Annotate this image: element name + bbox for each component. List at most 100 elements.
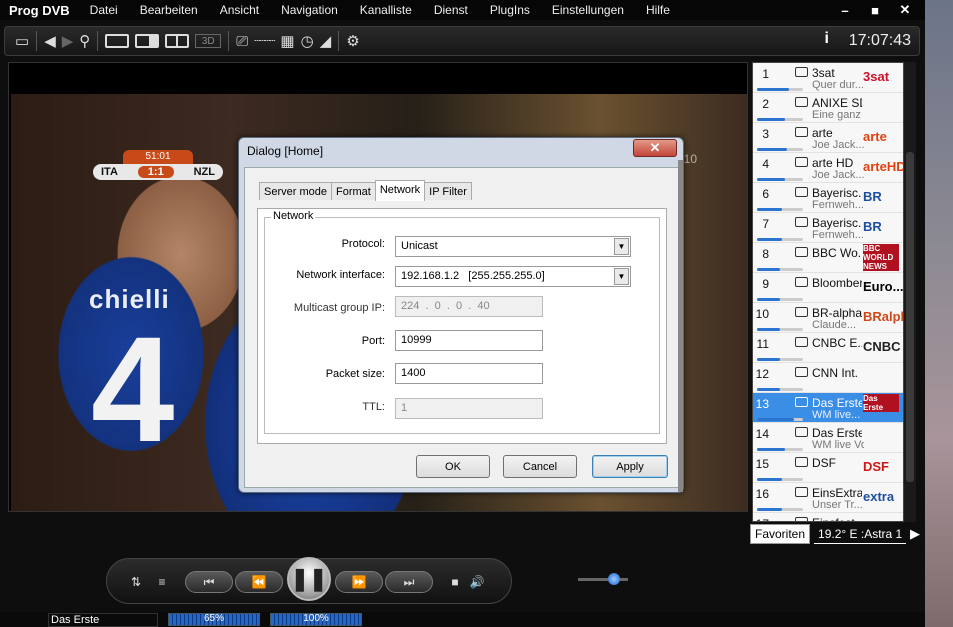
chevron-down-icon[interactable]: ▼: [614, 268, 629, 285]
view-3d-icon[interactable]: 3D: [195, 34, 222, 48]
port-input[interactable]: 10999: [395, 330, 543, 351]
minimize-button[interactable]: –: [833, 3, 857, 18]
stop-icon[interactable]: ■: [445, 571, 465, 593]
ok-button[interactable]: OK: [416, 455, 490, 478]
channel-row[interactable]: 8 BBC Wo...BBC WORLD NEWS: [753, 243, 903, 273]
channel-number: 3: [762, 127, 769, 141]
channel-logo: BRalpha: [863, 309, 903, 324]
view-pip-icon[interactable]: [135, 30, 160, 52]
tab-next-icon[interactable]: ▶: [910, 526, 920, 542]
info-icon[interactable]: i: [825, 30, 829, 48]
search-icon[interactable]: ⚲: [79, 30, 90, 52]
signal-bar: [757, 418, 803, 421]
next-icon[interactable]: ⏭: [385, 571, 433, 593]
channel-name: CNBC E...: [812, 336, 862, 350]
view-grid-icon[interactable]: [165, 30, 190, 52]
menu-dienst[interactable]: Dienst: [422, 3, 478, 17]
menu-icon[interactable]: ≡: [151, 571, 173, 593]
tv-icon: [795, 337, 808, 347]
score-result: 1:1: [137, 166, 174, 178]
settings-icon[interactable]: ⚙: [346, 30, 359, 52]
cancel-button[interactable]: Cancel: [503, 455, 577, 478]
view-pip-shape: [135, 34, 160, 48]
menu-ansicht[interactable]: Ansicht: [208, 3, 269, 17]
network-group: Network Protocol: Unicast ▼ Network inter…: [264, 210, 660, 434]
channel-row[interactable]: 4 arte HD Joe Jack... arteHD: [753, 153, 903, 183]
channel-row[interactable]: 3 arte Joe Jack... arte: [753, 123, 903, 153]
menu-hilfe[interactable]: Hilfe: [634, 3, 680, 17]
close-button[interactable]: ✕: [893, 2, 917, 18]
timer-icon[interactable]: ◷: [301, 30, 314, 52]
menu-navigation[interactable]: Navigation: [269, 3, 348, 17]
channel-program: Unser Tr...: [812, 499, 863, 511]
channel-number: 8: [762, 247, 769, 261]
record-icon[interactable]: ⎚: [236, 30, 248, 52]
channel-row[interactable]: 9 BloombergEuro...: [753, 273, 903, 303]
protocol-select[interactable]: Unicast ▼: [395, 236, 631, 257]
back-icon[interactable]: ◀: [44, 30, 56, 52]
network-dialog: Dialog [Home] ✕ Server mode Format Netwo…: [238, 137, 684, 493]
menu-bearbeiten[interactable]: Bearbeiten: [128, 3, 208, 17]
signal-bar: [757, 148, 803, 151]
volume-icon[interactable]: 🔊: [465, 571, 489, 593]
channel-name: EinsExtra: [812, 486, 862, 500]
channel-row[interactable]: 1 3sat Quer dur... 3sat: [753, 63, 903, 93]
signal-bar-fill: [757, 418, 794, 421]
channel-row[interactable]: 6 Bayerisc...Fernweh...BR: [753, 183, 903, 213]
signal-bar-fill: [757, 268, 780, 271]
volume-knob[interactable]: [608, 573, 620, 585]
channel-scrollbar[interactable]: [904, 62, 916, 522]
window-controls: – ■ ✕: [833, 0, 917, 20]
prev-icon[interactable]: ⏮: [185, 571, 233, 593]
menu-plugins[interactable]: PlugIns: [478, 3, 540, 17]
multicast-ip-field[interactable]: 224 . 0 . 0 . 40: [395, 296, 543, 317]
channel-row[interactable]: 12 CNN Int.: [753, 363, 903, 393]
scrollbar-thumb[interactable]: [906, 152, 914, 482]
tab-ip-filter[interactable]: IP Filter: [424, 182, 472, 200]
channel-row[interactable]: 2 ANIXE SDEine ganz norm...: [753, 93, 903, 123]
dialog-close-icon[interactable]: ✕: [633, 139, 677, 157]
apply-button[interactable]: Apply: [592, 455, 668, 478]
signal-bar-fill: [757, 388, 780, 391]
view-single-shape: [105, 34, 130, 48]
menu-einstellungen[interactable]: Einstellungen: [540, 3, 634, 17]
epg-icon[interactable]: ▦: [280, 30, 294, 52]
channel-row[interactable]: 10 BR-alphaClaude... BRalpha: [753, 303, 903, 333]
tab-favoriten[interactable]: Favoriten: [750, 524, 811, 544]
forward-icon[interactable]: ▶: [62, 30, 74, 52]
view-single-icon[interactable]: [105, 30, 130, 52]
tab-astra[interactable]: 19.2° E :Astra 1: [814, 525, 907, 544]
channel-row[interactable]: 14 Das Erste HDWM live Vorrund...: [753, 423, 903, 453]
channel-row[interactable]: 16 EinsExtra Unser Tr... extra: [753, 483, 903, 513]
channel-number: 11: [756, 337, 769, 351]
channel-name: Bayerisc...: [812, 186, 862, 200]
chevron-down-icon[interactable]: ▼: [614, 238, 629, 255]
packet-size-input[interactable]: 1400: [395, 363, 543, 384]
playlist-icon[interactable]: ⇅: [125, 571, 147, 593]
channel-row[interactable]: 11 CNBC E... CNBC: [753, 333, 903, 363]
rewind-icon[interactable]: ⏪: [235, 571, 283, 593]
tab-format[interactable]: Format: [330, 182, 376, 200]
channel-row[interactable]: 15 DSF DSF: [753, 453, 903, 483]
forward-icon[interactable]: ⏩: [335, 571, 383, 593]
maximize-button[interactable]: ■: [863, 3, 887, 18]
channel-program: WM live Vorrund...: [812, 439, 864, 451]
channel-row[interactable]: 7 Bayerisc...Fernweh...BR: [753, 213, 903, 243]
ttl-input[interactable]: 1: [395, 398, 543, 419]
menu-datei[interactable]: Datei: [78, 3, 128, 17]
pause-icon[interactable]: ❚❚: [287, 557, 331, 601]
channel-row[interactable]: 17 Einsfest...: [753, 513, 903, 521]
channel-name: Das Erste: [812, 396, 862, 410]
tab-network[interactable]: Network: [374, 180, 426, 201]
interface-select[interactable]: 192.168.1.2 [255.255.255.0] ▼: [395, 266, 631, 287]
tv-icon: [795, 307, 808, 317]
menu-kanalliste[interactable]: Kanalliste: [348, 3, 422, 17]
signal-icon[interactable]: ◢: [320, 30, 332, 52]
teletext-icon[interactable]: ┄┄┄┄: [254, 30, 275, 52]
tv-icon: [795, 517, 808, 521]
open-icon[interactable]: ▭: [15, 30, 29, 52]
tab-server-mode[interactable]: Server mode: [259, 182, 332, 200]
channel-row[interactable]: 13 Das Erste WM live... Das Erste: [753, 393, 903, 423]
volume-slider[interactable]: [578, 573, 628, 585]
tv-icon: [795, 67, 808, 77]
